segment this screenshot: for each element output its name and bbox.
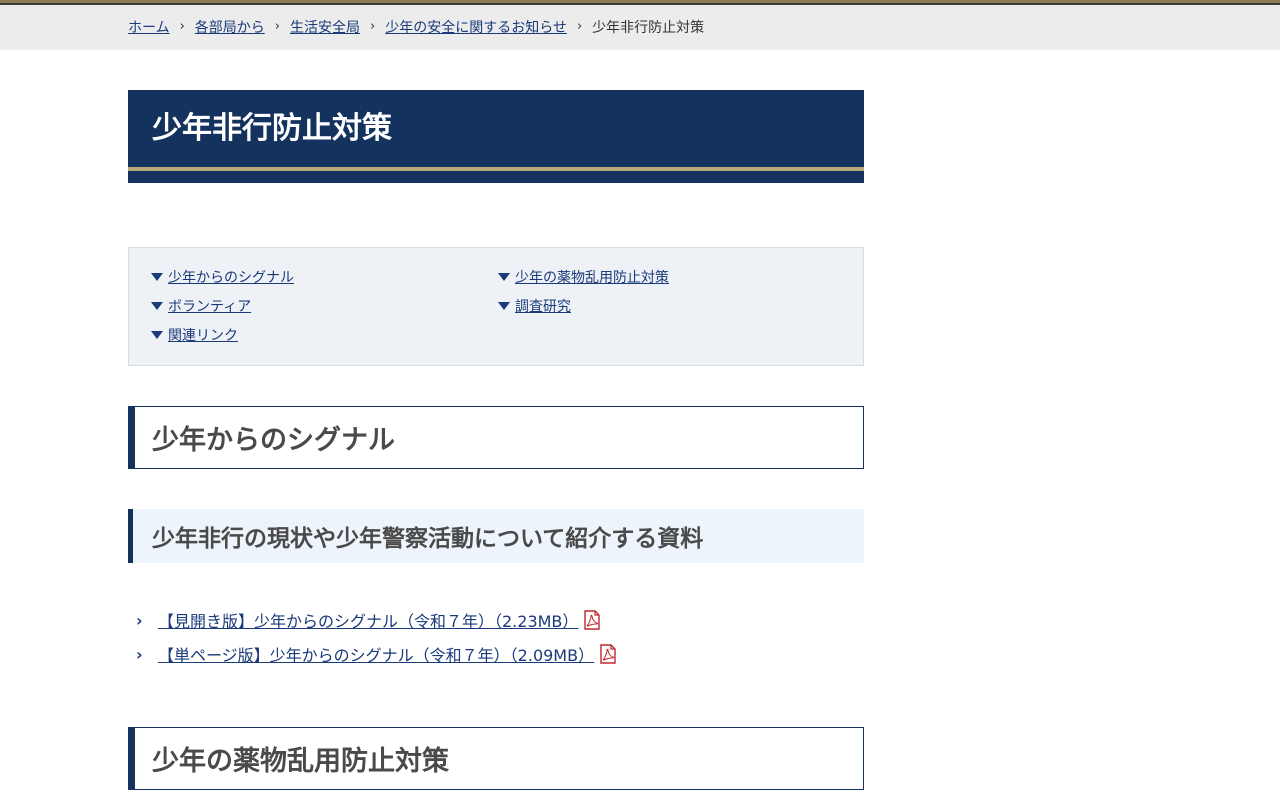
- page-title: 少年非行防止対策: [152, 111, 392, 146]
- breadcrumb-link-community-safety[interactable]: 生活安全局: [290, 17, 360, 37]
- section-heading-drug-abuse: 少年の薬物乱用防止対策: [152, 746, 449, 777]
- toc-item: 少年からのシグナル: [151, 267, 498, 287]
- breadcrumb-current: 少年非行防止対策: [592, 19, 705, 36]
- breadcrumb: ホーム › 各部局から › 生活安全局 › 少年の安全に関するお知らせ › 少年…: [0, 5, 1280, 50]
- breadcrumb-link-youth-safety[interactable]: 少年の安全に関するお知らせ: [385, 17, 567, 37]
- toc-link-signal[interactable]: 少年からのシグナル: [168, 267, 294, 287]
- file-link-single-page-edition[interactable]: 【単ページ版】少年からのシグナル（令和７年）（2.09MB）: [158, 642, 594, 666]
- triangle-down-icon: [498, 273, 510, 281]
- chevron-right-icon: ›: [179, 19, 185, 34]
- toc-item: 調査研究: [498, 296, 845, 316]
- pdf-icon: [584, 610, 601, 630]
- section-heading-box: 少年からのシグナル: [128, 406, 864, 469]
- toc-item: 少年の薬物乱用防止対策: [498, 267, 845, 287]
- chevron-right-icon: ›: [576, 19, 583, 34]
- section-heading-signal: 少年からのシグナル: [152, 425, 395, 456]
- toc-item: 関連リンク: [151, 325, 498, 345]
- toc-link-drug-abuse[interactable]: 少年の薬物乱用防止対策: [515, 267, 669, 287]
- main-content: 少年非行防止対策 少年からのシグナル 少年の薬物乱用防止対策 ボランティア 調査…: [128, 90, 864, 790]
- chevron-right-icon: ›: [136, 644, 143, 664]
- toc-link-related-links[interactable]: 関連リンク: [168, 325, 238, 345]
- file-list: › 【見開き版】少年からのシグナル（令和７年）（2.23MB） › 【単ページ版…: [128, 603, 864, 671]
- table-of-contents: 少年からのシグナル 少年の薬物乱用防止対策 ボランティア 調査研究 関連リンク: [128, 247, 864, 366]
- toc-link-volunteer[interactable]: ボランティア: [168, 296, 251, 316]
- breadcrumb-link-departments[interactable]: 各部局から: [195, 17, 265, 37]
- page-title-banner: 少年非行防止対策: [128, 90, 864, 183]
- toc-link-research[interactable]: 調査研究: [515, 296, 571, 316]
- triangle-down-icon: [151, 331, 163, 339]
- section-heading-box: 少年の薬物乱用防止対策: [128, 727, 864, 790]
- subsection-heading-box: 少年非行の現状や少年警察活動について紹介する資料: [128, 509, 864, 563]
- subsection-heading-materials: 少年非行の現状や少年警察活動について紹介する資料: [152, 526, 704, 552]
- file-link-spread-edition[interactable]: 【見開き版】少年からのシグナル（令和７年）（2.23MB）: [158, 608, 578, 632]
- triangle-down-icon: [151, 273, 163, 281]
- chevron-right-icon: ›: [136, 610, 143, 630]
- list-item: › 【見開き版】少年からのシグナル（令和７年）（2.23MB）: [136, 603, 864, 637]
- list-item: › 【単ページ版】少年からのシグナル（令和７年）（2.09MB）: [136, 637, 864, 671]
- chevron-right-icon: ›: [274, 19, 280, 34]
- chevron-right-icon: ›: [370, 19, 376, 34]
- pdf-icon: [600, 644, 616, 664]
- triangle-down-icon: [151, 302, 163, 310]
- breadcrumb-link-home[interactable]: ホーム: [128, 17, 170, 37]
- triangle-down-icon: [498, 302, 510, 310]
- toc-item: ボランティア: [151, 296, 498, 316]
